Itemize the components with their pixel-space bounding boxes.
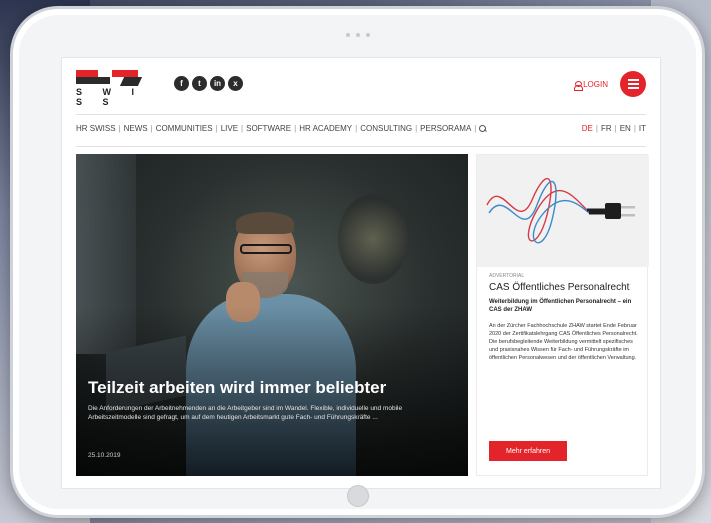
nav-item-software[interactable]: SOFTWARE [246,124,291,133]
hero-title[interactable]: Teilzeit arbeiten wird immer beliebter [88,378,386,398]
browser-screen: S W I S S f t in x LOGIN HR SWISS | NEWS | [61,57,661,489]
hamburger-icon [627,79,639,81]
xing-icon[interactable]: x [228,76,243,91]
menu-button[interactable] [620,71,646,97]
plug-image [477,155,649,267]
facebook-icon[interactable]: f [174,76,189,91]
advertorial-label: ADVERTORIAL [489,273,525,279]
lang-de[interactable]: DE [582,124,593,133]
hero-date: 25.10.2019 [88,452,121,459]
tablet-frame: S W I S S f t in x LOGIN HR SWISS | NEWS | [10,6,705,518]
lang-fr[interactable]: FR [601,124,612,133]
social-links: f t in x [174,76,243,91]
nav-item-consulting[interactable]: CONSULTING [360,124,412,133]
advertorial-title[interactable]: CAS Öffentliches Personalrecht [489,282,639,294]
advertorial-subtitle: Weiterbildung im Öffentlichen Personalre… [489,299,632,313]
logo-text: S W I S S [76,87,143,107]
twitter-icon[interactable]: t [192,76,207,91]
language-switcher: DE | FR | EN | IT [581,124,646,133]
nav-divider [76,146,646,147]
hr-swiss-logo[interactable]: S W I S S [76,70,146,107]
nav-item-hr-academy[interactable]: HR ACADEMY [299,124,352,133]
nav-item-live[interactable]: LIVE [221,124,238,133]
camera-dots [345,33,370,37]
lang-en[interactable]: EN [620,124,631,133]
search-icon[interactable] [479,124,487,133]
nav-item-news[interactable]: NEWS [124,124,148,133]
hero-article[interactable]: Teilzeit arbeiten wird immer beliebter D… [76,154,468,476]
read-more-button[interactable]: Mehr erfahren [489,441,567,461]
header-divider [76,114,646,115]
login-label: LOGIN [583,80,608,89]
logo-mark [76,70,146,86]
login-link[interactable]: LOGIN [574,80,608,91]
user-icon [574,80,584,91]
nav-item-hr-swiss[interactable]: HR SWISS [76,124,116,133]
linkedin-icon[interactable]: in [210,76,225,91]
lang-it[interactable]: IT [639,124,646,133]
home-button[interactable] [346,485,369,507]
site-header: S W I S S f t in x LOGIN [62,58,660,114]
main-nav: HR SWISS | NEWS | COMMUNITIES | LIVE | SOFTW… [76,124,646,133]
advertorial-text: An der Zürcher Fachhochschule ZHAW start… [489,323,638,361]
advertorial-card: ADVERTORIAL CAS Öffentliches Personalrec… [476,154,649,476]
hero-excerpt: Die Anforderungen der Arbeitnehmenden an… [88,405,403,421]
nav-item-communities[interactable]: COMMUNITIES [156,124,213,133]
nav-item-persorama[interactable]: PERSORAMA [420,124,471,133]
